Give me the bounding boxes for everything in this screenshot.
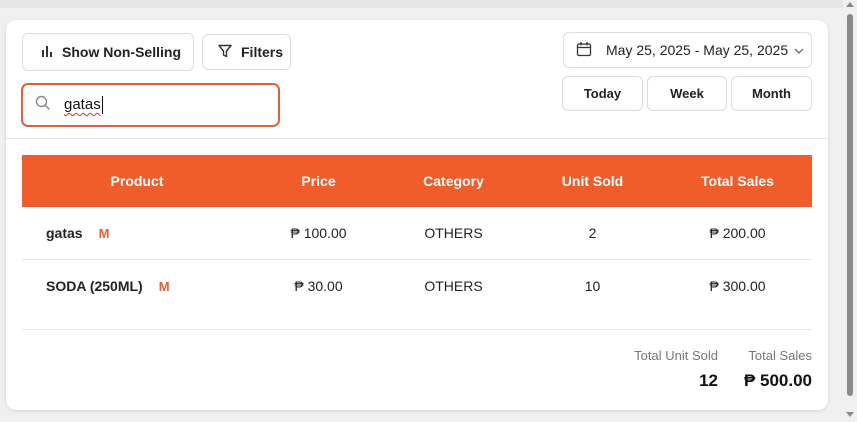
product-badge: M bbox=[98, 226, 110, 241]
date-range-picker[interactable]: May 25, 2025 - May 25, 2025 bbox=[563, 32, 812, 68]
table-row[interactable]: SODA (250ML) M ₱ 30.00 OTHERS 10 ₱ 300.00 bbox=[22, 260, 812, 313]
table-row[interactable]: gatas M ₱ 100.00 OTHERS 2 ₱ 200.00 bbox=[22, 207, 812, 260]
divider bbox=[22, 329, 812, 330]
product-cell: SODA (250ML) M bbox=[46, 260, 170, 313]
filters-label: Filters bbox=[241, 44, 284, 60]
scroll-up-icon[interactable] bbox=[846, 2, 854, 7]
header-product: Product bbox=[110, 173, 164, 189]
total-sales-value: ₱ 500.00 bbox=[743, 371, 812, 390]
top-strip bbox=[0, 0, 843, 8]
total-sales-cell: ₱ 300.00 bbox=[709, 278, 766, 294]
price-cell: ₱ 30.00 bbox=[294, 278, 343, 294]
week-button[interactable]: Week bbox=[647, 76, 727, 111]
product-name: gatas bbox=[46, 225, 83, 241]
unit-sold-cell: 10 bbox=[584, 278, 601, 294]
search-input[interactable]: gatas bbox=[21, 83, 280, 127]
show-non-selling-label: Show Non-Selling bbox=[62, 44, 181, 60]
bar-chart-icon bbox=[40, 44, 54, 61]
scroll-thumb[interactable] bbox=[847, 14, 853, 396]
date-range-label: May 25, 2025 - May 25, 2025 bbox=[606, 42, 789, 58]
total-sales-cell: ₱ 200.00 bbox=[709, 225, 766, 241]
product-cell: gatas M bbox=[46, 207, 109, 260]
show-non-selling-button[interactable]: Show Non-Selling bbox=[22, 33, 194, 71]
sales-report-card: Show Non-Selling Filters gatas May 25, 2… bbox=[6, 20, 828, 410]
filters-button[interactable]: Filters bbox=[202, 34, 291, 70]
category-cell: OTHERS bbox=[424, 225, 483, 241]
product-name: SODA (250ML) bbox=[46, 278, 143, 294]
header-unit-sold: Unit Sold bbox=[561, 173, 624, 189]
search-icon bbox=[35, 95, 51, 116]
price-cell: ₱ 100.00 bbox=[290, 225, 347, 241]
divider bbox=[6, 138, 828, 139]
search-value: gatas bbox=[64, 96, 101, 114]
header-category: Category bbox=[423, 173, 484, 189]
scroll-down-icon[interactable] bbox=[846, 412, 854, 417]
header-total-sales: Total Sales bbox=[701, 173, 774, 189]
text-caret bbox=[101, 95, 103, 114]
total-unit-sold-label: Total Unit Sold bbox=[634, 348, 718, 363]
table-header: Product Price Category Unit Sold Total S… bbox=[22, 155, 812, 207]
total-unit-sold-value: 12 bbox=[699, 371, 718, 390]
unit-sold-cell: 2 bbox=[588, 225, 597, 241]
calendar-icon bbox=[576, 41, 592, 60]
total-sales-label: Total Sales bbox=[748, 348, 812, 363]
header-price: Price bbox=[301, 173, 336, 189]
category-cell: OTHERS bbox=[424, 278, 483, 294]
product-badge: M bbox=[158, 279, 170, 294]
today-button[interactable]: Today bbox=[562, 76, 643, 111]
vertical-scrollbar[interactable] bbox=[843, 0, 857, 422]
filter-icon bbox=[217, 43, 233, 62]
chevron-down-icon bbox=[793, 44, 805, 60]
month-button[interactable]: Month bbox=[731, 76, 812, 111]
